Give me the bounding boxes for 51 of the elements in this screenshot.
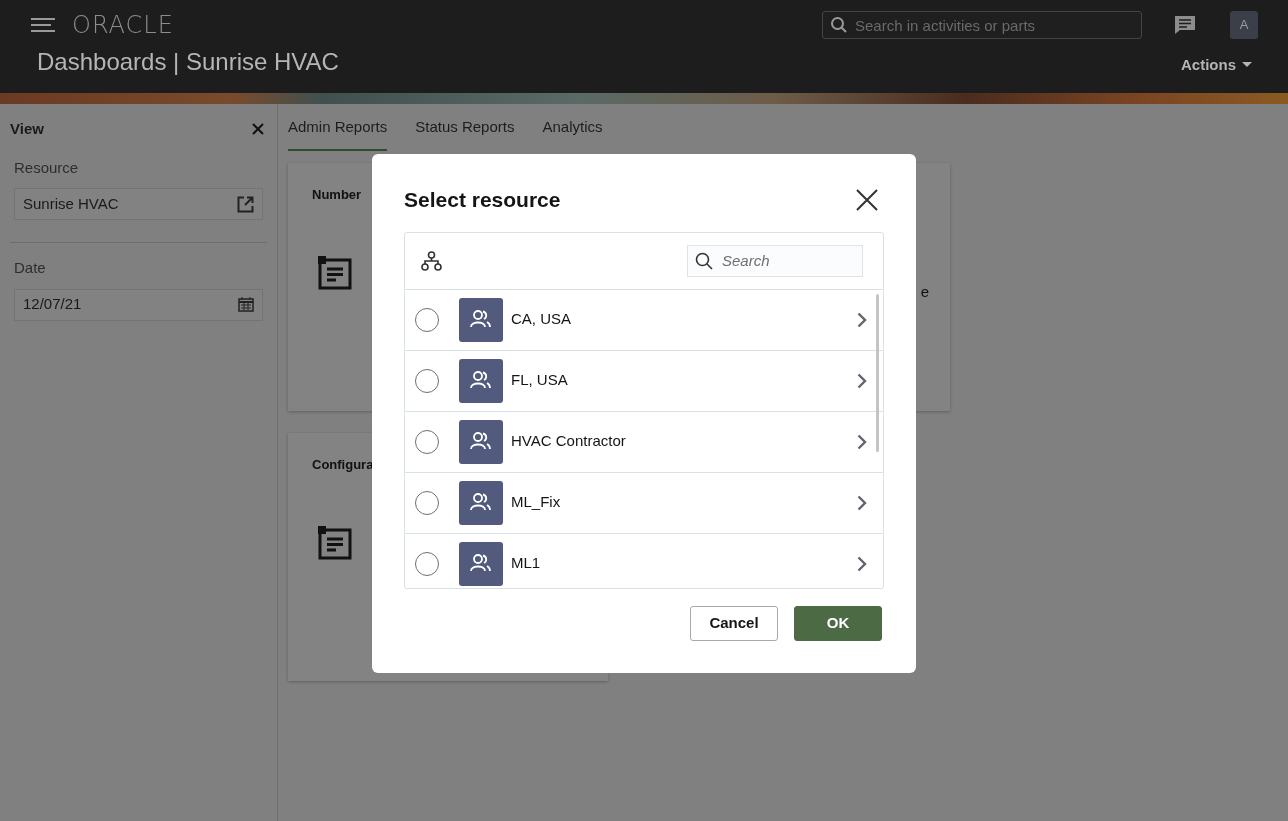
chevron-right-icon[interactable] — [857, 311, 867, 328]
hierarchy-icon[interactable] — [421, 250, 442, 271]
card-title: Number — [312, 185, 362, 204]
date-field[interactable]: 12/07/21 — [14, 288, 263, 321]
caret-icon — [1242, 62, 1252, 68]
tab[interactable]: Status Reports — [415, 116, 515, 151]
dialog-title: Select resource — [404, 187, 561, 213]
logo: ORACLE — [72, 10, 174, 41]
group-icon — [459, 419, 503, 464]
resource-row[interactable]: ML1 — [405, 533, 883, 588]
resource-name: ML1 — [511, 553, 542, 574]
chevron-right-icon[interactable] — [857, 555, 867, 572]
ok-button[interactable]: OK — [794, 605, 882, 641]
menu-icon[interactable] — [30, 17, 56, 33]
tab[interactable]: Admin Reports — [288, 116, 388, 151]
scrollbar[interactable] — [876, 293, 879, 452]
cancel-button[interactable]: Cancel — [690, 605, 778, 641]
resource-row[interactable]: ML_Fix — [405, 472, 883, 534]
resource-field[interactable]: Sunrise HVAC — [14, 188, 263, 220]
card-text: e — [920, 281, 929, 302]
group-icon — [459, 358, 503, 403]
close-icon[interactable] — [856, 188, 878, 211]
field-label: Resource — [14, 157, 80, 178]
group-icon — [459, 541, 503, 586]
chevron-right-icon[interactable] — [857, 494, 867, 511]
calendar-icon[interactable] — [238, 297, 254, 312]
group-icon — [459, 480, 503, 525]
tab[interactable]: Analytics — [542, 116, 603, 151]
resource-row[interactable]: CA, USA — [405, 289, 883, 351]
resource-name: CA, USA — [511, 309, 572, 330]
resource-name: HVAC Contractor — [511, 431, 627, 452]
chevron-right-icon[interactable] — [857, 433, 867, 450]
report-icon — [318, 526, 352, 560]
search-icon — [695, 251, 713, 270]
report-icon — [318, 256, 352, 290]
field-label: Date — [14, 258, 47, 278]
group-icon — [459, 297, 503, 342]
external-link-icon[interactable] — [237, 195, 254, 213]
search-field[interactable]: Search in activities or parts — [822, 11, 1142, 39]
resource-name: FL, USA — [511, 370, 569, 391]
user-avatar[interactable]: A — [1230, 11, 1258, 39]
resource-row[interactable]: FL, USA — [405, 350, 883, 412]
card-title: Configura — [312, 455, 374, 474]
resource-name: ML_Fix — [511, 492, 562, 513]
chevron-right-icon[interactable] — [857, 372, 867, 389]
resource-row[interactable]: HVAC Contractor — [405, 411, 883, 473]
chat-icon[interactable] — [1174, 15, 1196, 35]
page-title: Dashboards | Sunrise HVAC — [37, 47, 339, 77]
search-icon — [830, 16, 848, 34]
panel-title: View — [10, 119, 44, 139]
actions-menu-button[interactable]: Actions — [1181, 53, 1252, 77]
